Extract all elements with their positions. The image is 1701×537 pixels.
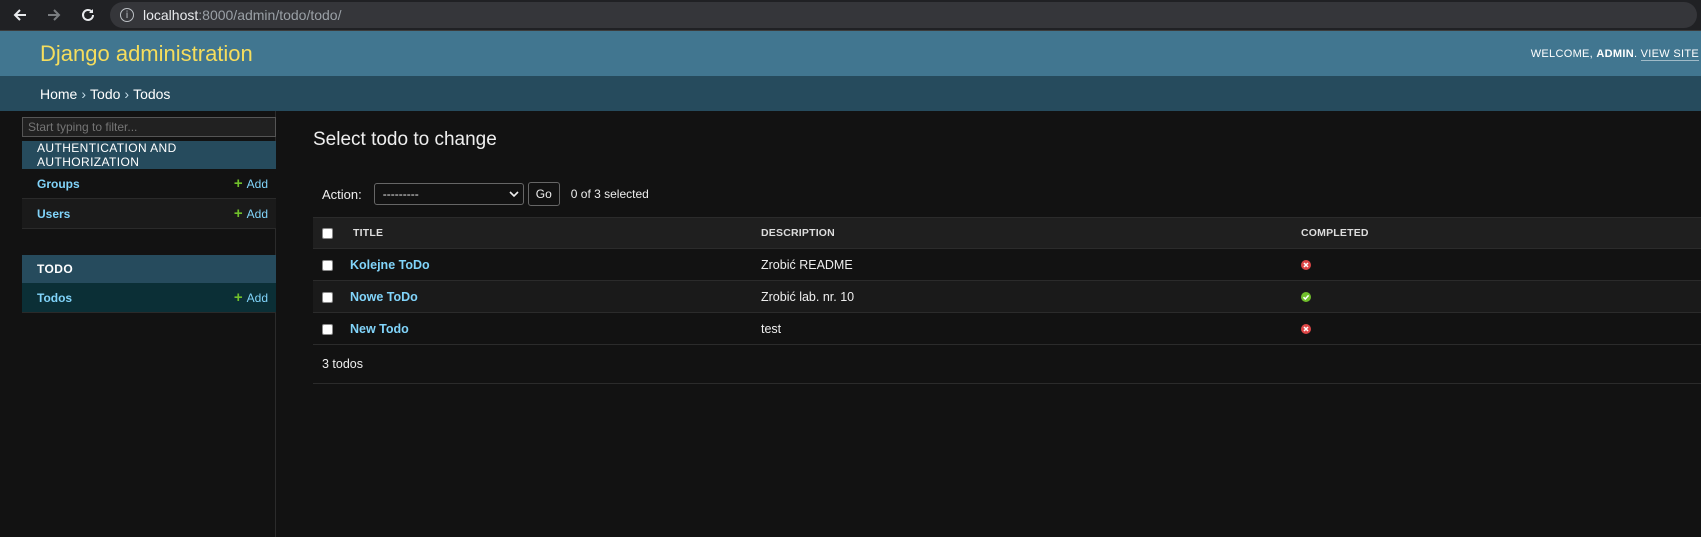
completed-cell (1301, 312, 1701, 345)
description-cell: test (761, 312, 1301, 345)
completed-cell (1301, 248, 1701, 281)
table-row: New Todo test (313, 312, 1701, 345)
select-all-cell (313, 217, 350, 249)
icon-no (1301, 324, 1311, 335)
page-title: Select todo to change (313, 129, 497, 150)
username: ADMIN (1596, 47, 1634, 60)
site-branding[interactable]: Django administration (40, 41, 253, 67)
add-user-button[interactable]: + Add (234, 206, 268, 221)
table-row: Kolejne ToDo Zrobić README (313, 248, 1701, 281)
column-header-description[interactable]: DESCRIPTION (761, 217, 1301, 249)
row-select-cell (313, 280, 350, 313)
content-area: Select todo to change Action: --------- … (276, 111, 1701, 537)
completed-cell (1301, 280, 1701, 313)
row-select-cell (313, 248, 350, 281)
breadcrumb-home[interactable]: Home (40, 86, 77, 102)
action-label: Action: (322, 186, 362, 202)
url-host: localhost (143, 7, 199, 23)
column-header-completed[interactable]: COMPLETED (1301, 217, 1701, 249)
sidebar-item-users-link[interactable]: Users (37, 207, 70, 221)
url-path: :8000/admin/todo/todo/ (198, 7, 342, 23)
sidebar-item-groups: Groups + Add (22, 169, 276, 199)
todo-title-link[interactable]: New Todo (350, 322, 409, 336)
table-header-row: TITLE DESCRIPTION COMPLETED (313, 217, 1701, 249)
sidebar-item-todos-link[interactable]: Todos (37, 291, 72, 305)
main-container: AUTHENTICATION AND AUTHORIZATION Groups … (0, 111, 1701, 537)
chevron-down-icon (509, 191, 519, 198)
paginator: 3 todos (313, 345, 1701, 384)
todo-title-link[interactable]: Nowe ToDo (350, 290, 418, 304)
table-row: Nowe ToDo Zrobić lab. nr. 10 (313, 280, 1701, 313)
add-label: Add (246, 206, 268, 221)
reload-icon[interactable] (74, 1, 102, 29)
breadcrumb-app[interactable]: Todo (90, 86, 120, 102)
plus-icon: + (233, 175, 243, 192)
sidebar-item-users: Users + Add (22, 199, 276, 229)
back-icon[interactable] (6, 1, 34, 29)
column-header-title[interactable]: TITLE (350, 217, 761, 249)
action-counter: 0 of 3 selected (570, 187, 649, 201)
module-todo: TODO Todos + Add (22, 255, 276, 313)
view-site-link[interactable]: VIEW SITE (1640, 47, 1699, 61)
row-checkbox[interactable] (322, 291, 333, 303)
select-all-checkbox[interactable] (322, 227, 333, 239)
description-cell: Zrobić lab. nr. 10 (761, 280, 1301, 313)
description-cell: Zrobić README (761, 248, 1301, 281)
title-cell: Nowe ToDo (350, 280, 761, 313)
site-info-icon[interactable]: i (120, 8, 134, 22)
user-tools-separator: . (1633, 47, 1641, 60)
results-table: TITLE DESCRIPTION COMPLETED Kolejne ToDo… (313, 217, 1701, 345)
add-group-button[interactable]: + Add (234, 176, 268, 191)
browser-toolbar: i localhost:8000/admin/todo/todo/ (0, 0, 1701, 31)
breadcrumb-separator: › (124, 85, 130, 102)
sidebar-item-todos: Todos + Add (22, 283, 276, 313)
row-checkbox[interactable] (322, 259, 333, 271)
add-todo-button[interactable]: + Add (234, 290, 268, 305)
address-bar[interactable]: i localhost:8000/admin/todo/todo/ (110, 2, 1697, 28)
icon-yes (1301, 292, 1311, 303)
icon-no (1301, 260, 1311, 271)
nav-sidebar: AUTHENTICATION AND AUTHORIZATION Groups … (0, 111, 276, 537)
title-cell: New Todo (350, 312, 761, 345)
row-select-cell (313, 312, 350, 345)
todo-title-link[interactable]: Kolejne ToDo (350, 258, 430, 272)
title-cell: Kolejne ToDo (350, 248, 761, 281)
breadcrumb: Home › Todo › Todos (0, 76, 1701, 111)
module-caption-todo[interactable]: TODO (22, 255, 276, 283)
go-button[interactable]: Go (527, 182, 560, 206)
forward-icon[interactable] (40, 1, 68, 29)
breadcrumb-current: Todos (133, 85, 171, 102)
plus-icon: + (233, 205, 243, 222)
module-caption-auth[interactable]: AUTHENTICATION AND AUTHORIZATION (22, 141, 276, 169)
welcome-text: WELCOME, (1530, 47, 1594, 60)
action-select-value: --------- (382, 187, 419, 201)
add-label: Add (246, 290, 268, 305)
nav-filter-input[interactable] (22, 117, 276, 137)
site-header: Django administration WELCOME, ADMIN. VI… (0, 31, 1701, 76)
action-select[interactable]: --------- (373, 183, 524, 205)
plus-icon: + (233, 289, 243, 306)
module-auth: AUTHENTICATION AND AUTHORIZATION Groups … (22, 141, 276, 229)
user-tools: WELCOME, ADMIN. VIEW SITE (1530, 47, 1701, 61)
row-checkbox[interactable] (322, 323, 333, 335)
actions-bar: Action: --------- Go 0 of 3 selected (313, 180, 1701, 208)
sidebar-item-groups-link[interactable]: Groups (37, 177, 80, 191)
breadcrumb-separator: › (81, 85, 87, 102)
add-label: Add (246, 176, 268, 191)
